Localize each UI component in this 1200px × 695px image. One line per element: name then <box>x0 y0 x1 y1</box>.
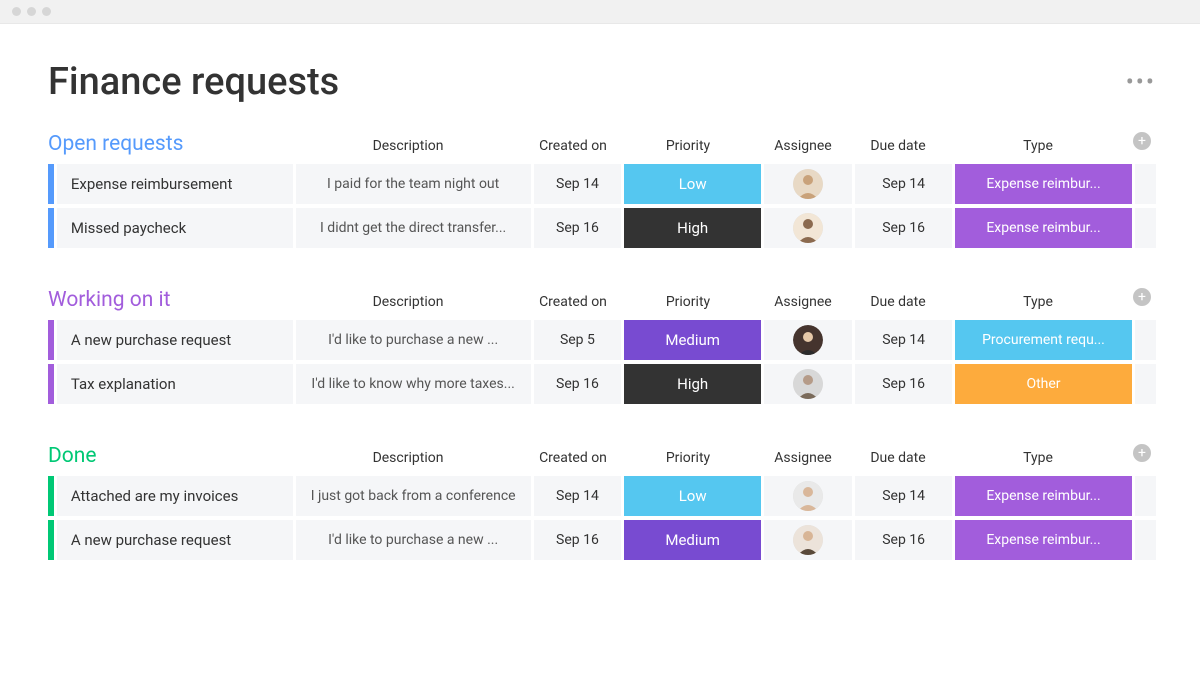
cell-name[interactable]: Tax explanation <box>57 364 293 404</box>
row-accent <box>48 364 54 404</box>
cell-priority[interactable]: Medium <box>624 320 761 360</box>
column-header-description[interactable]: Description <box>288 450 528 472</box>
chrome-dot <box>42 7 51 16</box>
add-column-icon[interactable]: + <box>1133 132 1151 150</box>
cell-priority[interactable]: High <box>624 364 761 404</box>
cell-description[interactable]: I'd like to purchase a new ... <box>296 320 531 360</box>
cell-created[interactable]: Sep 16 <box>534 520 622 560</box>
row-accent <box>48 320 54 360</box>
cell-tail <box>1135 476 1156 516</box>
cell-priority[interactable]: High <box>624 208 761 248</box>
group-open: Open requests Description Created on Pri… <box>48 132 1156 248</box>
cell-priority[interactable]: Low <box>624 476 761 516</box>
cell-due[interactable]: Sep 14 <box>855 476 953 516</box>
column-header-due[interactable]: Due date <box>848 450 948 472</box>
add-column-icon[interactable]: + <box>1133 444 1151 462</box>
cell-type[interactable]: Expense reimbur... <box>955 476 1131 516</box>
column-header-type[interactable]: Type <box>948 138 1128 160</box>
cell-assignee[interactable] <box>764 164 852 204</box>
column-header-assignee[interactable]: Assignee <box>758 138 848 160</box>
cell-name[interactable]: Missed paycheck <box>57 208 293 248</box>
column-header-assignee[interactable]: Assignee <box>758 450 848 472</box>
column-header-due[interactable]: Due date <box>848 294 948 316</box>
cell-tail <box>1135 164 1156 204</box>
table-row[interactable]: A new purchase request I'd like to purch… <box>48 520 1156 560</box>
cell-tail <box>1135 364 1156 404</box>
cell-priority[interactable]: Low <box>624 164 761 204</box>
cell-due[interactable]: Sep 16 <box>855 520 953 560</box>
cell-created[interactable]: Sep 14 <box>534 164 622 204</box>
row-accent <box>48 520 54 560</box>
group-title-done[interactable]: Done <box>48 444 288 472</box>
cell-type[interactable]: Procurement requ... <box>955 320 1131 360</box>
cell-description[interactable]: I paid for the team night out <box>296 164 531 204</box>
more-menu-icon[interactable]: ••• <box>1126 68 1156 96</box>
table-row[interactable]: Expense reimbursement I paid for the tea… <box>48 164 1156 204</box>
cell-created[interactable]: Sep 16 <box>534 364 622 404</box>
avatar <box>793 325 823 355</box>
cell-created[interactable]: Sep 16 <box>534 208 622 248</box>
column-header-due[interactable]: Due date <box>848 138 948 160</box>
cell-assignee[interactable] <box>764 364 852 404</box>
cell-description[interactable]: I just got back from a conference <box>296 476 531 516</box>
cell-description[interactable]: I'd like to know why more taxes... <box>296 364 531 404</box>
avatar <box>793 369 823 399</box>
window-chrome <box>0 0 1200 24</box>
column-header-assignee[interactable]: Assignee <box>758 294 848 316</box>
chrome-dot <box>27 7 36 16</box>
cell-due[interactable]: Sep 14 <box>855 164 953 204</box>
cell-type[interactable]: Other <box>955 364 1131 404</box>
cell-type[interactable]: Expense reimbur... <box>955 520 1131 560</box>
cell-description[interactable]: I didnt get the direct transfer... <box>296 208 531 248</box>
table-row[interactable]: Tax explanation I'd like to know why mor… <box>48 364 1156 404</box>
column-header-type[interactable]: Type <box>948 450 1128 472</box>
column-header-created[interactable]: Created on <box>528 138 618 160</box>
cell-created[interactable]: Sep 5 <box>534 320 622 360</box>
cell-name[interactable]: A new purchase request <box>57 320 293 360</box>
cell-due[interactable]: Sep 16 <box>855 208 953 248</box>
cell-tail <box>1135 320 1156 360</box>
cell-assignee[interactable] <box>764 520 852 560</box>
column-header-priority[interactable]: Priority <box>618 450 758 472</box>
cell-tail <box>1135 520 1156 560</box>
column-header-priority[interactable]: Priority <box>618 294 758 316</box>
avatar <box>793 213 823 243</box>
cell-due[interactable]: Sep 14 <box>855 320 953 360</box>
column-header-description[interactable]: Description <box>288 138 528 160</box>
column-header-type[interactable]: Type <box>948 294 1128 316</box>
cell-priority[interactable]: Medium <box>624 520 761 560</box>
group-done: Done Description Created on Priority Ass… <box>48 444 1156 560</box>
page-title: Finance requests <box>48 60 339 104</box>
add-column-icon[interactable]: + <box>1133 288 1151 306</box>
cell-name[interactable]: Expense reimbursement <box>57 164 293 204</box>
cell-tail <box>1135 208 1156 248</box>
cell-description[interactable]: I'd like to purchase a new ... <box>296 520 531 560</box>
column-header-description[interactable]: Description <box>288 294 528 316</box>
avatar <box>793 525 823 555</box>
row-accent <box>48 164 54 204</box>
table-row[interactable]: A new purchase request I'd like to purch… <box>48 320 1156 360</box>
cell-type[interactable]: Expense reimbur... <box>955 208 1131 248</box>
cell-name[interactable]: Attached are my invoices <box>57 476 293 516</box>
cell-due[interactable]: Sep 16 <box>855 364 953 404</box>
row-accent <box>48 476 54 516</box>
column-header-priority[interactable]: Priority <box>618 138 758 160</box>
table-row[interactable]: Attached are my invoices I just got back… <box>48 476 1156 516</box>
cell-assignee[interactable] <box>764 208 852 248</box>
group-working: Working on it Description Created on Pri… <box>48 288 1156 404</box>
cell-assignee[interactable] <box>764 320 852 360</box>
group-title-open[interactable]: Open requests <box>48 132 288 160</box>
chrome-dot <box>12 7 21 16</box>
cell-name[interactable]: A new purchase request <box>57 520 293 560</box>
column-header-created[interactable]: Created on <box>528 450 618 472</box>
avatar <box>793 481 823 511</box>
group-title-working[interactable]: Working on it <box>48 288 288 316</box>
table-row[interactable]: Missed paycheck I didnt get the direct t… <box>48 208 1156 248</box>
row-accent <box>48 208 54 248</box>
cell-created[interactable]: Sep 14 <box>534 476 622 516</box>
cell-assignee[interactable] <box>764 476 852 516</box>
cell-type[interactable]: Expense reimbur... <box>955 164 1131 204</box>
column-header-created[interactable]: Created on <box>528 294 618 316</box>
avatar <box>793 169 823 199</box>
